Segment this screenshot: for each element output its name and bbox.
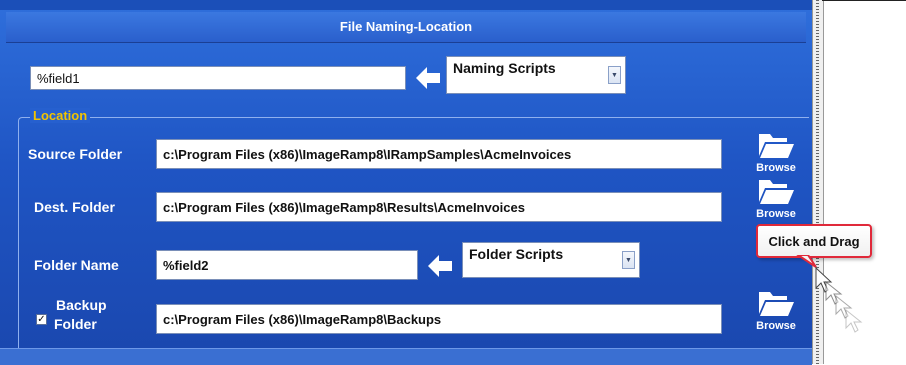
folder-name-input[interactable]: %field2 <box>156 250 418 280</box>
backup-checkbox[interactable]: ✓ <box>36 314 47 325</box>
panel-title: File Naming-Location <box>6 12 806 43</box>
backup-label-line2: Folder <box>54 316 97 332</box>
folder-scripts-dropdown[interactable]: Folder Scripts ▼ <box>462 242 640 278</box>
click-and-drag-tooltip: Click and Drag <box>756 224 872 258</box>
cursor-icon <box>815 266 863 333</box>
backup-label-line1: Backup <box>56 297 107 313</box>
source-browse-button[interactable]: Browse <box>750 130 802 176</box>
naming-location-panel: File Naming-Location %field1 Naming Scri… <box>0 0 812 365</box>
naming-scripts-dropdown[interactable]: Naming Scripts ▼ <box>446 56 626 94</box>
naming-field-input[interactable]: %field1 <box>30 66 406 90</box>
folder-scripts-value: Folder Scripts <box>469 246 564 262</box>
source-browse-label: Browse <box>756 162 796 174</box>
folder-name-label: Folder Name <box>34 257 119 273</box>
dest-browse-label: Browse <box>756 208 796 220</box>
chevron-down-icon: ▼ <box>608 66 621 84</box>
folder-open-icon <box>759 292 794 316</box>
source-folder-input[interactable]: c:\Program Files (x86)\ImageRamp8\IRampS… <box>156 139 722 169</box>
folder-open-icon <box>759 180 794 204</box>
panel-top-bar <box>0 0 812 10</box>
left-arrow-icon <box>428 255 452 277</box>
location-group-title: Location <box>30 108 91 123</box>
dest-folder-input[interactable]: c:\Program Files (x86)\ImageRamp8\Result… <box>156 192 722 222</box>
dest-folder-label: Dest. Folder <box>34 199 115 215</box>
backup-browse-label: Browse <box>756 320 796 332</box>
folder-open-icon <box>759 134 794 158</box>
top-divider <box>822 0 906 1</box>
dest-browse-button[interactable]: Browse <box>750 176 802 222</box>
backup-browse-button[interactable]: Browse <box>750 288 802 334</box>
backup-folder-input[interactable]: c:\Program Files (x86)\ImageRamp8\Backup… <box>156 304 722 334</box>
left-arrow-icon <box>416 67 440 89</box>
panel-bottom-bar <box>0 348 812 365</box>
chevron-down-icon: ▼ <box>622 251 635 269</box>
naming-scripts-value: Naming Scripts <box>453 60 556 76</box>
source-folder-label: Source Folder <box>28 146 123 162</box>
